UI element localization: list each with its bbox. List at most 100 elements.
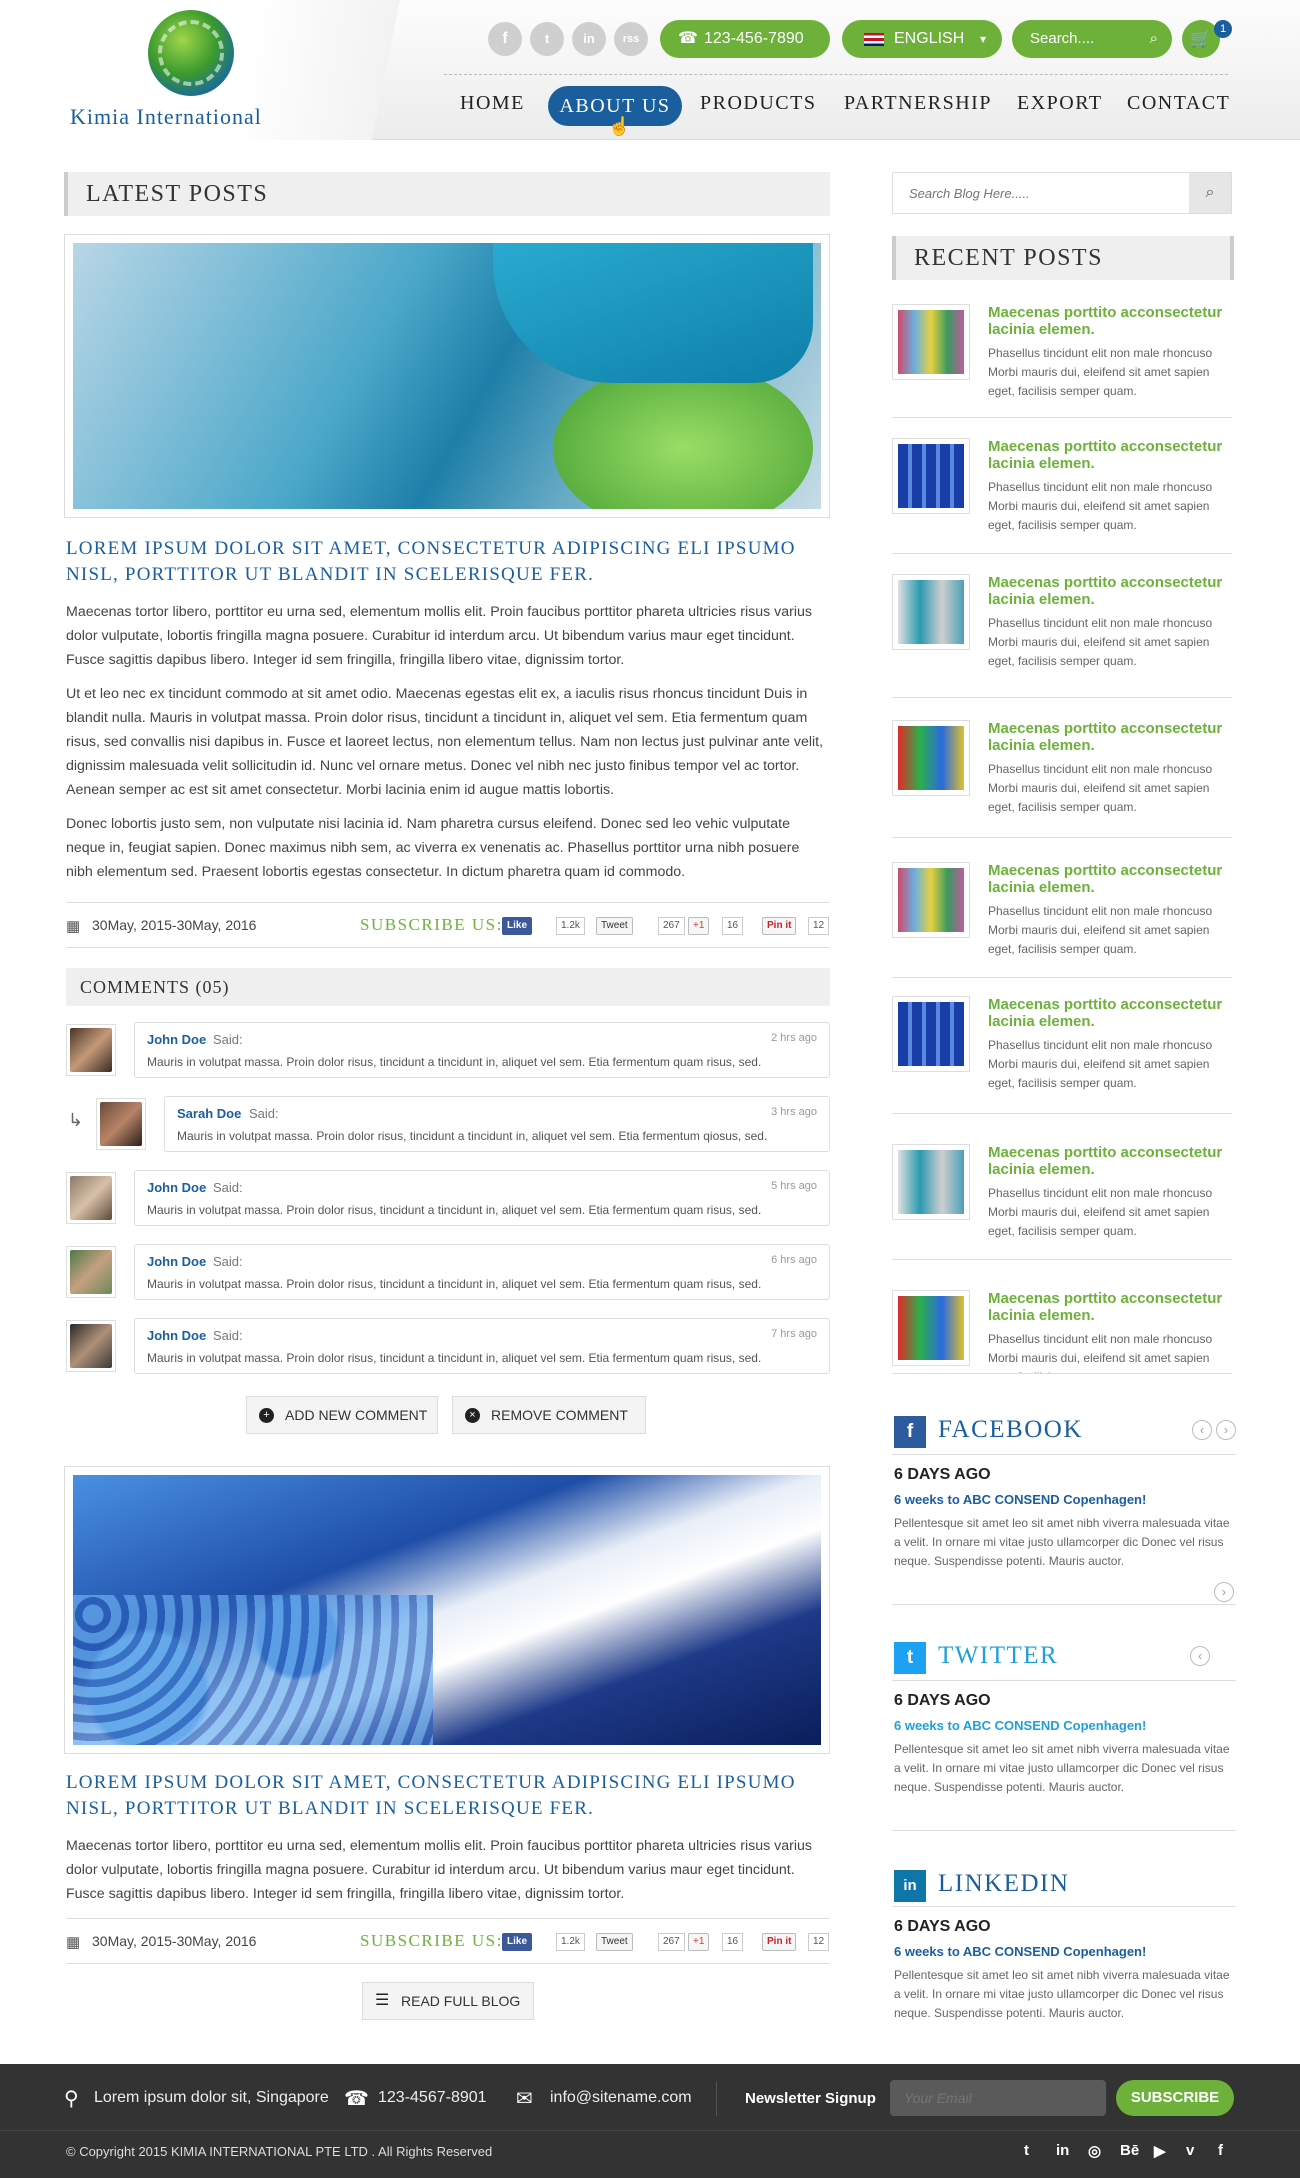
facebook-like-button[interactable]: Like	[502, 1933, 533, 1951]
footer-email[interactable]: info@sitename.com	[550, 2089, 692, 2107]
twitter-post-text: Pellentesque sit amet leo sit amet nibh …	[894, 1742, 1230, 1794]
plus-count: 16	[722, 1933, 744, 1951]
recent-post-thumbnail[interactable]	[892, 574, 970, 650]
newsletter-subscribe-button[interactable]: SUBSCRIBE	[1116, 2080, 1234, 2116]
recent-post-thumbnail[interactable]	[892, 304, 970, 380]
language-selector[interactable]: ENGLISH ▾	[842, 20, 1002, 58]
vimeo-icon[interactable]: v	[1186, 2142, 1194, 2159]
tweet-button[interactable]: Tweet	[596, 917, 633, 935]
post-title[interactable]: Lorem ipsum dolor sit amet, consectetur …	[66, 1770, 830, 1822]
plastic-pellets-image[interactable]	[73, 1475, 821, 1745]
facebook-like-button[interactable]: Like	[502, 917, 533, 935]
recent-post-thumbnail[interactable]	[892, 996, 970, 1072]
linkedin-post-date: 6 DAYS AGO	[894, 1918, 991, 1935]
tweet-button[interactable]: Tweet	[596, 1933, 633, 1951]
recent-post-title[interactable]: Maecenas porttito acconsectetur lacinia …	[988, 996, 1232, 1030]
recent-post-item[interactable]: Maecenas porttito acconsectetur lacinia …	[892, 1290, 1232, 1374]
header-search[interactable]: Search.... ⌕	[1012, 20, 1172, 58]
footer-phone[interactable]: 123-4567-8901	[378, 2089, 487, 2107]
facebook-icon[interactable]: f	[488, 22, 522, 56]
avatar[interactable]	[66, 1172, 116, 1224]
recent-post-item[interactable]: Maecenas porttito acconsectetur lacinia …	[892, 1144, 1232, 1260]
recent-post-title[interactable]: Maecenas porttito acconsectetur lacinia …	[988, 1144, 1232, 1178]
prev-arrow-icon[interactable]: ‹	[1190, 1646, 1210, 1666]
pinterest-button[interactable]: Pin it	[762, 1933, 797, 1951]
avatar[interactable]	[96, 1098, 146, 1150]
nav-contact[interactable]: CONTACT	[1127, 92, 1230, 115]
comment: John Doe Said: 5 hrs ago Mauris in volut…	[134, 1170, 830, 1226]
recent-post-thumbnail[interactable]	[892, 720, 970, 796]
nav-export[interactable]: EXPORT	[1017, 92, 1103, 115]
next-arrow-icon[interactable]: ›	[1214, 1582, 1234, 1602]
lab-flask-image[interactable]	[73, 243, 821, 509]
twitter-icon[interactable]: t	[530, 22, 564, 56]
recent-post-item[interactable]: Maecenas porttito acconsectetur lacinia …	[892, 438, 1232, 554]
youtube-icon[interactable]: ▶	[1154, 2142, 1166, 2160]
brand-name[interactable]: Kimia International	[70, 104, 262, 130]
pinterest-button[interactable]: Pin it	[762, 917, 797, 935]
comment-author[interactable]: John Doe	[147, 1254, 206, 1269]
phone-button[interactable]: ☎ 123-456-7890	[660, 20, 830, 58]
facebook-icon[interactable]: f	[1218, 2142, 1223, 2159]
linkedin-post-link[interactable]: 6 weeks to ABC CONSEND Copenhagen!	[894, 1944, 1146, 1959]
dribbble-icon[interactable]: ◎	[1088, 2142, 1101, 2160]
next-arrow-icon[interactable]: ›	[1216, 1420, 1236, 1440]
nav-products[interactable]: PRODUCTS	[700, 92, 816, 115]
comment-text: Mauris in volutpat massa. Proin dolor ri…	[147, 1203, 762, 1217]
recent-post-thumbnail[interactable]	[892, 1290, 970, 1366]
search-icon[interactable]: ⌕	[1150, 20, 1158, 58]
recent-post-title[interactable]: Maecenas porttito acconsectetur lacinia …	[988, 574, 1232, 608]
recent-post-title[interactable]: Maecenas porttito acconsectetur lacinia …	[988, 438, 1232, 472]
recent-post-thumbnail[interactable]	[892, 862, 970, 938]
twitter-icon[interactable]: t	[894, 1642, 926, 1674]
search-icon[interactable]: ⌕	[1189, 173, 1231, 213]
recent-post-item[interactable]: Maecenas porttito acconsectetur lacinia …	[892, 862, 1232, 978]
avatar[interactable]	[66, 1024, 116, 1076]
avatar[interactable]	[66, 1246, 116, 1298]
recent-post-item[interactable]: Maecenas porttito acconsectetur lacinia …	[892, 574, 1232, 698]
prev-arrow-icon[interactable]: ‹	[1192, 1420, 1212, 1440]
header-search-input[interactable]: Search....	[1030, 20, 1094, 58]
facebook-post-link[interactable]: 6 weeks to ABC CONSEND Copenhagen!	[894, 1492, 1146, 1507]
footer-divider	[716, 2082, 717, 2116]
recent-post-title[interactable]: Maecenas porttito acconsectetur lacinia …	[988, 304, 1232, 338]
post-image-frame	[64, 1466, 830, 1754]
avatar[interactable]	[66, 1320, 116, 1372]
nav-home[interactable]: HOME	[460, 92, 525, 115]
recent-post-item[interactable]: Maecenas porttito acconsectetur lacinia …	[892, 304, 1232, 418]
comment-author[interactable]: John Doe	[147, 1032, 206, 1047]
facebook-icon[interactable]: f	[894, 1416, 926, 1448]
read-full-blog-button[interactable]: ☰ READ FULL BLOG	[362, 1982, 534, 2020]
google-plus-button[interactable]: +1	[688, 917, 710, 935]
comment-author[interactable]: John Doe	[147, 1180, 206, 1195]
blog-search-input[interactable]	[893, 173, 1189, 213]
recent-post-item[interactable]: Maecenas porttito acconsectetur lacinia …	[892, 720, 1232, 838]
add-comment-button[interactable]: + ADD NEW COMMENT	[246, 1396, 438, 1434]
linkedin-icon[interactable]: in	[572, 22, 606, 56]
widget-divider	[892, 1454, 1236, 1455]
menu-lines-icon: ☰	[375, 1992, 390, 2009]
twitter-icon[interactable]: t	[1024, 2142, 1029, 2159]
recent-post-excerpt: Phasellus tincidunt elit non male rhoncu…	[988, 1038, 1213, 1090]
linkedin-icon[interactable]: in	[1056, 2142, 1069, 2159]
comment-author[interactable]: John Doe	[147, 1328, 206, 1343]
recent-post-title[interactable]: Maecenas porttito acconsectetur lacinia …	[988, 862, 1232, 896]
rss-icon[interactable]: rss	[614, 22, 648, 56]
comment-author[interactable]: Sarah Doe	[177, 1106, 241, 1121]
globe-logo-icon[interactable]	[148, 10, 234, 96]
recent-post-item[interactable]: Maecenas porttito acconsectetur lacinia …	[892, 996, 1232, 1114]
site-footer: ⚲ Lorem ipsum dolor sit, Singapore ☎ 123…	[0, 2064, 1300, 2178]
newsletter-email-input[interactable]	[890, 2080, 1106, 2116]
recent-post-title[interactable]: Maecenas porttito acconsectetur lacinia …	[988, 1290, 1232, 1324]
nav-partnership[interactable]: PARTNERSHIP	[844, 92, 992, 115]
recent-post-thumbnail[interactable]	[892, 438, 970, 514]
recent-post-excerpt: Phasellus tincidunt elit non male rhoncu…	[988, 616, 1213, 668]
google-plus-button[interactable]: +1	[688, 1933, 710, 1951]
recent-post-title[interactable]: Maecenas porttito acconsectetur lacinia …	[988, 720, 1232, 754]
recent-post-thumbnail[interactable]	[892, 1144, 970, 1220]
remove-comment-button[interactable]: × REMOVE COMMENT	[452, 1396, 646, 1434]
twitter-post-link[interactable]: 6 weeks to ABC CONSEND Copenhagen!	[894, 1718, 1146, 1733]
post-title[interactable]: Lorem ipsum dolor sit amet, consectetur …	[66, 536, 830, 588]
behance-icon[interactable]: Bē	[1120, 2142, 1139, 2159]
linkedin-icon[interactable]: in	[894, 1870, 926, 1902]
